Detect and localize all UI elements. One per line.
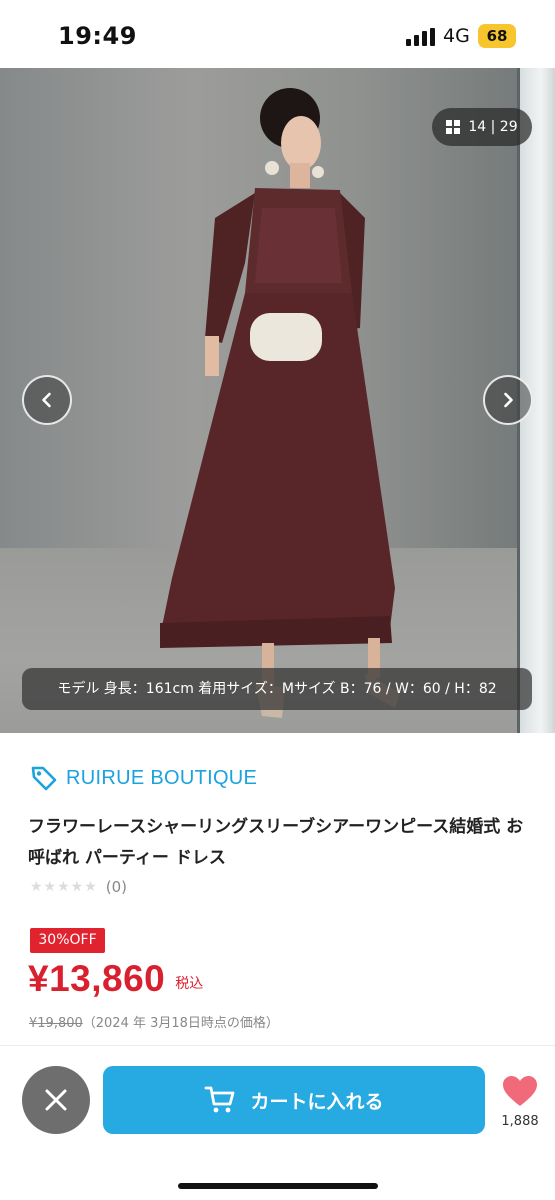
shop-link[interactable]: RUIRUE BOUTIQUE [30,764,257,792]
bottom-action-bar: カートに入れる 1,888 [0,1045,555,1200]
original-price: ¥19,800 [29,1016,83,1031]
rating[interactable]: ★★★★★ (0) [30,878,127,896]
battery-icon: 68 [478,24,516,48]
chevron-left-icon [42,392,51,408]
favorite-button[interactable]: 1,888 [497,1074,543,1129]
previous-image-button[interactable] [22,375,72,425]
price-row: ¥13,860 税込 [28,958,203,1000]
add-to-cart-label: カートに入れる [250,1090,384,1113]
grid-icon [446,120,461,134]
add-to-cart-button[interactable]: カートに入れる [103,1066,485,1134]
cart-icon [205,1086,235,1113]
tax-label: 税込 [175,976,204,992]
status-time: 19:49 [58,22,137,50]
signal-icon [406,28,436,46]
favorite-count: 1,888 [501,1114,539,1129]
product-image-carousel[interactable]: 14 | 29 モデル 身長：161cm 着用サイズ：Mサイズ B：76 / W… [0,68,555,733]
close-button[interactable] [22,1066,90,1134]
photo-counter-text: 14 | 29 [468,119,518,135]
sale-price: ¥13,860 [28,958,166,999]
product-title: フラワーレースシャーリングスリーブシアーワンピース結婚式 お呼ばれ パーティー … [28,817,524,868]
photo-counter[interactable]: 14 | 29 [432,108,532,146]
status-bar: 19:49 4G 68 [0,0,555,68]
close-icon [45,1089,67,1111]
model-size-caption: モデル 身長：161cm 着用サイズ：Mサイズ B：76 / W：60 / H：… [22,668,532,710]
discount-badge: 30%OFF [30,928,105,953]
original-price-note: （2024 年 3月18日時点の価格） [82,1016,279,1031]
heart-icon [503,1076,537,1106]
home-indicator [178,1183,378,1189]
rating-stars: ★★★★★ [30,879,98,895]
tag-icon [31,766,57,791]
product-photo-model [160,88,400,718]
network-type: 4G [443,25,470,47]
chevron-right-icon [504,392,513,408]
original-price-row: ¥19,800（2024 年 3月18日時点の価格） [29,1012,279,1031]
next-image-button[interactable] [483,375,533,425]
rating-count: (0) [105,878,128,896]
shop-name[interactable]: RUIRUE BOUTIQUE [66,767,257,790]
